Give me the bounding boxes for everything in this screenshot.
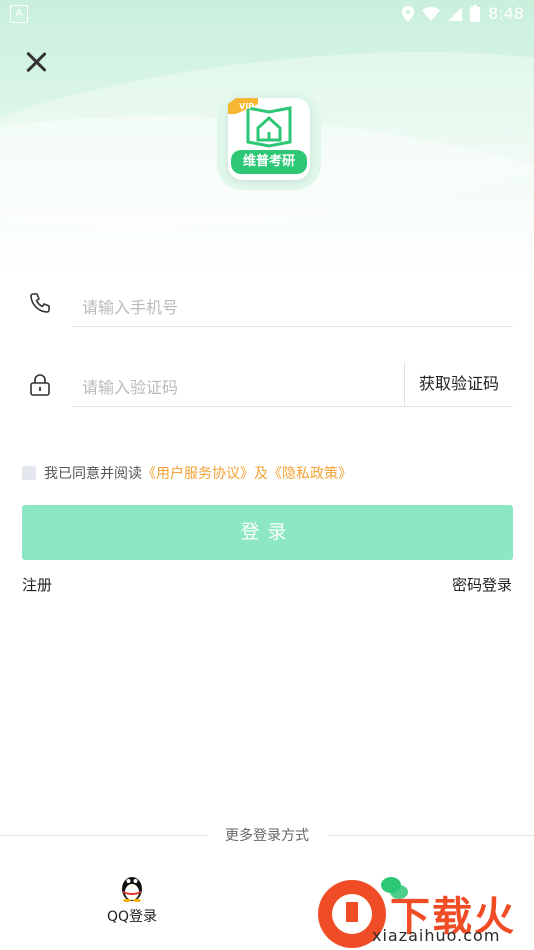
app-logo: VIP 维普考研 <box>217 92 321 190</box>
vip-badge-icon: VIP <box>228 98 258 114</box>
vip-badge-label: VIP <box>239 102 254 111</box>
phone-input[interactable]: 请输入手机号 <box>72 282 513 327</box>
agreement-and: 及 <box>254 466 268 482</box>
agreement-checkbox[interactable] <box>22 466 36 480</box>
location-icon <box>402 5 415 22</box>
close-icon[interactable] <box>22 48 50 76</box>
phone-placeholder: 请输入手机号 <box>82 298 179 317</box>
qq-penguin-icon <box>122 877 142 902</box>
lock-icon <box>30 374 50 396</box>
watermark-logo: 下载火 xiazaihuo.com <box>318 880 530 948</box>
login-button[interactable]: 登录 <box>22 505 513 560</box>
privacy-policy-link[interactable]: 《隐私政策》 <box>268 463 352 483</box>
status-bar: A 8:48 <box>0 0 534 28</box>
status-icons: 8:48 <box>402 4 524 23</box>
get-code-button[interactable]: 获取验证码 <box>404 362 513 407</box>
agreement-row: 我已同意并阅读 《用户服务协议》 及 《隐私政策》 <box>22 463 352 483</box>
verification-code-input[interactable]: 请输入验证码 <box>72 362 404 407</box>
password-login-link[interactable]: 密码登录 <box>452 574 512 595</box>
notification-icon: A <box>10 5 28 23</box>
agreement-prefix: 我已同意并阅读 <box>44 466 142 482</box>
clock: 8:48 <box>488 4 524 23</box>
more-login-methods: 更多登录方式 <box>0 825 534 845</box>
user-agreement-link[interactable]: 《用户服务协议》 <box>142 463 254 483</box>
qq-login-button[interactable]: QQ登录 <box>103 872 161 926</box>
wifi-icon <box>422 6 441 21</box>
code-placeholder: 请输入验证码 <box>82 378 179 397</box>
watermark-url: xiazaihuo.com <box>372 926 501 945</box>
logo-title: 维普考研 <box>231 150 307 174</box>
battery-icon <box>470 5 481 22</box>
more-login-label: 更多登录方式 <box>225 828 309 844</box>
phone-icon <box>30 293 50 313</box>
signal-icon <box>448 6 463 21</box>
qq-login-label: QQ登录 <box>106 909 158 925</box>
register-link[interactable]: 注册 <box>22 574 52 595</box>
